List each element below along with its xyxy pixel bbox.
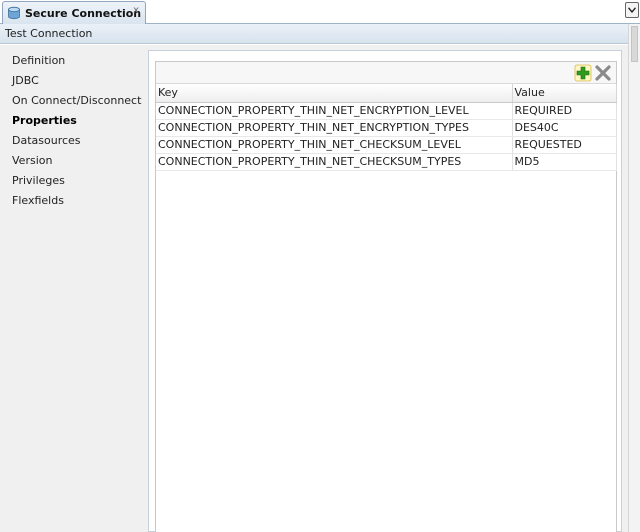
tab-secure-connection[interactable]: Secure Connection x xyxy=(2,1,146,24)
tab-label: Secure Connection xyxy=(25,6,142,20)
page-title: Test Connection xyxy=(0,24,628,44)
sidebar-item-datasources[interactable]: Datasources xyxy=(0,131,148,151)
sidebar-item-properties[interactable]: Properties xyxy=(0,111,148,131)
delete-x-icon[interactable] xyxy=(594,64,612,82)
column-header-value[interactable]: Value xyxy=(512,84,617,103)
table-toolbar xyxy=(156,62,616,84)
table-row[interactable]: CONNECTION_PROPERTY_THIN_NET_CHECKSUM_TY… xyxy=(156,153,617,171)
tab-strip: Secure Connection x xyxy=(0,0,640,24)
cell-key[interactable]: CONNECTION_PROPERTY_THIN_NET_CHECKSUM_TY… xyxy=(156,153,513,171)
main-area: Definition JDBC On Connect/Disconnect Pr… xyxy=(0,45,628,532)
column-header-key[interactable]: Key xyxy=(156,84,513,103)
vertical-scrollbar[interactable] xyxy=(628,24,640,532)
table-header-row: Key Value xyxy=(156,84,617,103)
sidebar-item-on-connect-disconnect[interactable]: On Connect/Disconnect xyxy=(0,91,148,111)
table-row[interactable]: CONNECTION_PROPERTY_THIN_NET_ENCRYPTION_… xyxy=(156,119,617,137)
close-icon[interactable]: x xyxy=(133,5,139,16)
sidebar-item-jdbc[interactable]: JDBC xyxy=(0,71,148,91)
cell-value[interactable]: MD5 xyxy=(512,153,617,171)
cell-value[interactable]: DES40C xyxy=(512,119,617,137)
properties-table: Key Value CONNECTION_PROPERTY_THIN_NET_E… xyxy=(156,84,617,171)
table-row[interactable]: CONNECTION_PROPERTY_THIN_NET_ENCRYPTION_… xyxy=(156,102,617,120)
cell-key[interactable]: CONNECTION_PROPERTY_THIN_NET_CHECKSUM_LE… xyxy=(156,136,513,154)
properties-panel: Key Value CONNECTION_PROPERTY_THIN_NET_E… xyxy=(148,50,622,532)
sidebar-item-definition[interactable]: Definition xyxy=(0,51,148,71)
chevron-down-icon xyxy=(628,7,636,13)
sidebar-item-version[interactable]: Version xyxy=(0,151,148,171)
database-icon xyxy=(8,6,20,20)
tab-menu-button[interactable] xyxy=(625,2,639,18)
cell-key[interactable]: CONNECTION_PROPERTY_THIN_NET_ENCRYPTION_… xyxy=(156,102,513,120)
sidebar-item-privileges[interactable]: Privileges xyxy=(0,171,148,191)
sidebar-nav: Definition JDBC On Connect/Disconnect Pr… xyxy=(0,45,148,532)
scrollbar-thumb[interactable] xyxy=(631,26,638,62)
properties-table-panel: Key Value CONNECTION_PROPERTY_THIN_NET_E… xyxy=(155,61,617,532)
sidebar-item-flexfields[interactable]: Flexfields xyxy=(0,191,148,211)
cell-value[interactable]: REQUESTED xyxy=(512,136,617,154)
add-plus-icon[interactable] xyxy=(574,64,592,82)
cell-key[interactable]: CONNECTION_PROPERTY_THIN_NET_ENCRYPTION_… xyxy=(156,119,513,137)
table-row[interactable]: CONNECTION_PROPERTY_THIN_NET_CHECKSUM_LE… xyxy=(156,136,617,154)
cell-value[interactable]: REQUIRED xyxy=(512,102,617,120)
